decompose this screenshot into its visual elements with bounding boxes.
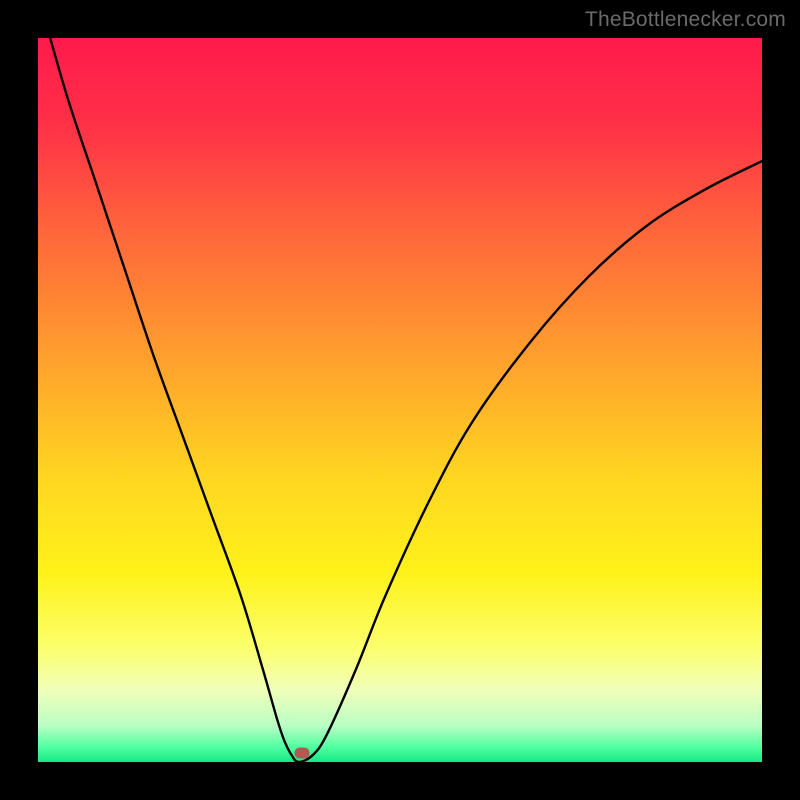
background-gradient [38,38,762,762]
chart-frame: TheBottlenecker.com [0,0,800,800]
bottleneck-marker [295,747,310,758]
watermark-text: TheBottlenecker.com [585,8,786,32]
plot-area [38,38,762,762]
